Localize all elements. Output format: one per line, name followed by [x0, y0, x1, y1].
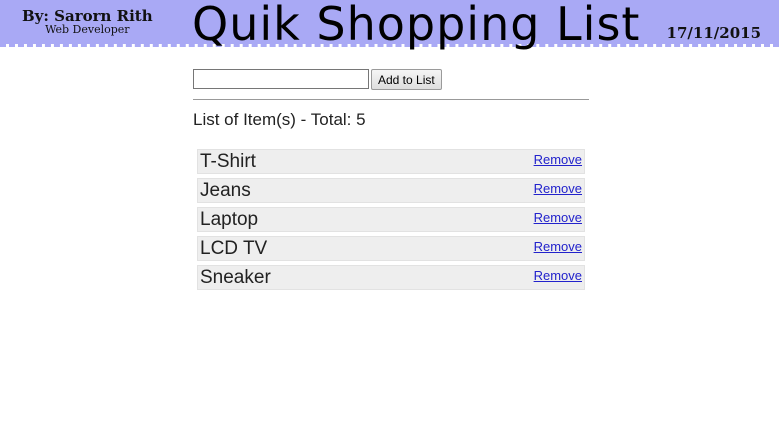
header-date: 17/11/2015 — [666, 24, 761, 42]
list-item: Sneaker Remove — [197, 265, 585, 290]
app-title: Quik Shopping List — [192, 0, 641, 51]
item-input[interactable] — [193, 69, 369, 89]
remove-link[interactable]: Remove — [534, 181, 582, 196]
author-role: Web Developer — [45, 23, 130, 36]
shopping-list: T-Shirt Remove Jeans Remove Laptop Remov… — [197, 149, 585, 294]
item-name: Laptop — [200, 209, 259, 230]
list-item: T-Shirt Remove — [197, 149, 585, 174]
list-item: Jeans Remove — [197, 178, 585, 203]
add-to-list-button[interactable]: Add to List — [371, 69, 442, 90]
remove-link[interactable]: Remove — [534, 239, 582, 254]
remove-link[interactable]: Remove — [534, 268, 582, 283]
author-block: By: Sarorn Rith Web Developer — [22, 8, 153, 36]
item-name: T-Shirt — [200, 151, 256, 172]
item-name: Sneaker — [200, 267, 271, 288]
item-name: LCD TV — [200, 238, 268, 259]
item-name: Jeans — [200, 180, 251, 201]
list-heading: List of Item(s) - Total: 5 — [193, 110, 366, 129]
list-item: LCD TV Remove — [197, 236, 585, 261]
remove-link[interactable]: Remove — [534, 152, 582, 167]
remove-link[interactable]: Remove — [534, 210, 582, 225]
divider — [193, 99, 589, 100]
list-item: Laptop Remove — [197, 207, 585, 232]
